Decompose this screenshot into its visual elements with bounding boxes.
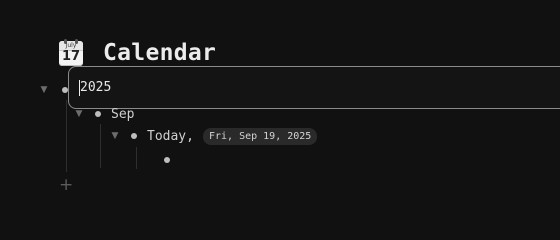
indent-guide bbox=[66, 100, 67, 172]
outline-node-empty[interactable] bbox=[164, 149, 170, 171]
node-bullet[interactable] bbox=[164, 157, 170, 163]
collapse-chevron-icon[interactable]: ▼ bbox=[73, 108, 85, 120]
node-bullet[interactable] bbox=[131, 133, 137, 139]
plus-icon[interactable]: + bbox=[59, 177, 73, 194]
node-edit-input[interactable]: 2025 bbox=[80, 80, 111, 95]
indent-guide bbox=[136, 147, 137, 169]
page-header: July 17 Calendar bbox=[58, 38, 216, 68]
outline-node-day[interactable]: ▼ Today, Fri, Sep 19, 2025 bbox=[109, 125, 318, 147]
calendar-icon-day: 17 bbox=[61, 49, 81, 64]
node-bullet[interactable] bbox=[95, 111, 101, 117]
outline-node-year[interactable]: ▼ bbox=[38, 79, 68, 101]
node-edit-box[interactable]: 2025 bbox=[68, 66, 560, 109]
node-label-day[interactable]: Today, bbox=[147, 129, 194, 144]
date-chip[interactable]: Fri, Sep 19, 2025 bbox=[202, 127, 318, 145]
calendar-icon: July 17 bbox=[58, 39, 84, 67]
indent-guide bbox=[100, 124, 101, 168]
node-label-month[interactable]: Sep bbox=[111, 107, 134, 122]
outline-node-month[interactable]: ▼ Sep bbox=[73, 103, 135, 125]
outline-canvas: July 17 Calendar ▼ 2025 ▼ Sep ▼ Today, F… bbox=[0, 0, 560, 238]
collapse-chevron-icon[interactable]: ▼ bbox=[109, 130, 121, 142]
collapse-chevron-icon[interactable]: ▼ bbox=[38, 84, 50, 96]
page-title[interactable]: Calendar bbox=[103, 40, 216, 66]
